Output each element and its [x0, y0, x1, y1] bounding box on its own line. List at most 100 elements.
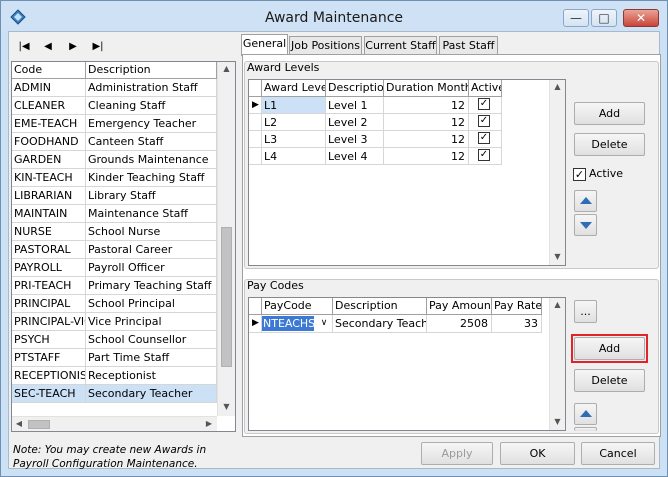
- award-description-cell[interactable]: Library Staff: [86, 187, 217, 205]
- table-row[interactable]: LIBRARIAN Library Staff: [12, 187, 217, 205]
- scroll-up-icon[interactable]: ▲: [550, 80, 565, 94]
- award-code-cell[interactable]: SEC-TEACH: [12, 385, 86, 403]
- level-description-cell[interactable]: Level 4: [326, 148, 384, 165]
- column-header-award-level[interactable]: Award Level: [262, 80, 326, 97]
- award-description-cell[interactable]: School Principal: [86, 295, 217, 313]
- pay-codes-grid[interactable]: PayCode Description Pay Amount Pay Rate …: [248, 297, 566, 431]
- table-row[interactable]: RECEPTIONIST Receptionist: [12, 367, 217, 385]
- award-description-cell[interactable]: Kinder Teaching Staff: [86, 169, 217, 187]
- award-code-cell[interactable]: PTSTAFF: [12, 349, 86, 367]
- tab-job-positions[interactable]: Job Positions: [289, 36, 362, 55]
- pay-codes-scrollbar[interactable]: ▲ ▼: [549, 298, 565, 430]
- add-award-level-button[interactable]: Add: [574, 102, 645, 125]
- table-row[interactable]: CLEANER Cleaning Staff: [12, 97, 217, 115]
- award-levels-scrollbar[interactable]: ▲ ▼: [549, 80, 565, 265]
- award-code-cell[interactable]: EME-TEACH: [12, 115, 86, 133]
- award-level-cell[interactable]: L4: [262, 148, 326, 165]
- award-description-cell[interactable]: School Counsellor: [86, 331, 217, 349]
- row-selector[interactable]: [249, 114, 262, 131]
- award-code-cell[interactable]: FOODHAND: [12, 133, 86, 151]
- table-row[interactable]: PTSTAFF Part Time Staff: [12, 349, 217, 367]
- table-row[interactable]: EME-TEACH Emergency Teacher: [12, 115, 217, 133]
- tab-general[interactable]: General: [241, 34, 288, 56]
- level-description-cell[interactable]: Level 1: [326, 97, 384, 114]
- move-pay-code-down-button[interactable]: [574, 427, 597, 431]
- award-description-cell[interactable]: Payroll Officer: [86, 259, 217, 277]
- active-checkbox[interactable]: ✓: [573, 168, 586, 181]
- award-code-cell[interactable]: LIBRARIAN: [12, 187, 86, 205]
- award-list-horizontal-scrollbar[interactable]: ◀ ▶: [12, 416, 217, 431]
- award-description-cell[interactable]: Vice Principal: [86, 313, 217, 331]
- scroll-left-icon[interactable]: ◀: [12, 417, 26, 431]
- award-description-cell[interactable]: Cleaning Staff: [86, 97, 217, 115]
- award-code-cell[interactable]: ADMIN: [12, 79, 86, 97]
- delete-pay-code-button[interactable]: Delete: [574, 369, 645, 392]
- table-row[interactable]: L3 Level 3 12 ✓: [249, 131, 549, 148]
- close-button[interactable]: ✕: [623, 9, 659, 27]
- award-description-cell[interactable]: Part Time Staff: [86, 349, 217, 367]
- duration-months-cell[interactable]: 12: [384, 148, 469, 165]
- table-row[interactable]: KIN-TEACH Kinder Teaching Staff: [12, 169, 217, 187]
- award-description-cell[interactable]: Maintenance Staff: [86, 205, 217, 223]
- active-cell[interactable]: ✓: [469, 148, 502, 165]
- table-row[interactable]: PAYROLL Payroll Officer: [12, 259, 217, 277]
- pay-rate-cell[interactable]: 33: [492, 315, 542, 333]
- table-row[interactable]: PRINCIPAL-VIC Vice Principal: [12, 313, 217, 331]
- award-list-vertical-scrollbar[interactable]: ▲ ▼: [217, 62, 235, 416]
- table-row[interactable]: PRI-TEACH Primary Teaching Staff: [12, 277, 217, 295]
- horizontal-scroll-thumb[interactable]: [28, 420, 50, 429]
- award-description-cell[interactable]: Primary Teaching Staff: [86, 277, 217, 295]
- table-row[interactable]: PRINCIPAL School Principal: [12, 295, 217, 313]
- first-record-button[interactable]: |◀: [15, 40, 33, 54]
- award-code-cell[interactable]: RECEPTIONIST: [12, 367, 86, 385]
- column-header-description[interactable]: Description: [333, 298, 427, 315]
- table-row[interactable]: SEC-TEACH Secondary Teacher: [12, 385, 217, 403]
- award-description-cell[interactable]: Receptionist: [86, 367, 217, 385]
- column-header-pay-rate[interactable]: Pay Rate: [492, 298, 542, 315]
- active-row-checkbox[interactable]: ✓: [478, 149, 490, 161]
- award-list-grid[interactable]: Code Description ADMIN Administration Sta…: [11, 61, 236, 432]
- table-row[interactable]: ADMIN Administration Staff: [12, 79, 217, 97]
- tab-past-staff[interactable]: Past Staff: [439, 36, 498, 55]
- active-row-checkbox[interactable]: ✓: [478, 115, 490, 127]
- scroll-down-icon[interactable]: ▼: [550, 250, 565, 264]
- scroll-up-icon[interactable]: ▲: [218, 62, 235, 76]
- level-description-cell[interactable]: Level 2: [326, 114, 384, 131]
- award-level-cell[interactable]: L2: [262, 114, 326, 131]
- column-header-code[interactable]: Code: [12, 62, 86, 79]
- award-levels-grid[interactable]: Award Level Description Duration Months …: [248, 79, 566, 266]
- row-selector[interactable]: ▶: [249, 315, 262, 333]
- column-header-duration-months[interactable]: Duration Months: [384, 80, 469, 97]
- award-code-cell[interactable]: PRINCIPAL-VIC: [12, 313, 86, 331]
- scroll-thumb[interactable]: [221, 227, 232, 367]
- duration-months-cell[interactable]: 12: [384, 97, 469, 114]
- ok-button[interactable]: OK: [500, 442, 575, 465]
- active-cell[interactable]: ✓: [469, 97, 502, 114]
- duration-months-cell[interactable]: 12: [384, 131, 469, 148]
- pay-description-cell[interactable]: Secondary Teach: [333, 315, 427, 333]
- move-level-down-button[interactable]: [574, 214, 597, 236]
- minimize-button[interactable]: —: [563, 9, 589, 27]
- active-cell[interactable]: ✓: [469, 114, 502, 131]
- active-row-checkbox[interactable]: ✓: [478, 132, 490, 144]
- award-description-cell[interactable]: Emergency Teacher: [86, 115, 217, 133]
- row-selector[interactable]: [249, 131, 262, 148]
- table-row[interactable]: NURSE School Nurse: [12, 223, 217, 241]
- table-row[interactable]: ▶ NTEACHS ∨ Secondary Teach 2508 33: [249, 315, 549, 333]
- award-code-cell[interactable]: PASTORAL: [12, 241, 86, 259]
- table-row[interactable]: PASTORAL Pastoral Career: [12, 241, 217, 259]
- scroll-up-icon[interactable]: ▲: [550, 298, 565, 312]
- award-description-cell[interactable]: School Nurse: [86, 223, 217, 241]
- table-row[interactable]: GARDEN Grounds Maintenance: [12, 151, 217, 169]
- scroll-down-icon[interactable]: ▼: [218, 400, 235, 414]
- column-header-description[interactable]: Description: [86, 62, 217, 79]
- award-description-cell[interactable]: Secondary Teacher: [86, 385, 217, 403]
- apply-button[interactable]: Apply: [421, 442, 493, 465]
- award-code-cell[interactable]: KIN-TEACH: [12, 169, 86, 187]
- column-header-paycode[interactable]: PayCode: [262, 298, 333, 315]
- move-level-up-button[interactable]: [574, 190, 597, 212]
- duration-months-cell[interactable]: 12: [384, 114, 469, 131]
- award-description-cell[interactable]: Pastoral Career: [86, 241, 217, 259]
- chevron-down-icon[interactable]: ∨: [318, 315, 330, 332]
- title-bar[interactable]: Award Maintenance — □ ✕: [1, 1, 667, 31]
